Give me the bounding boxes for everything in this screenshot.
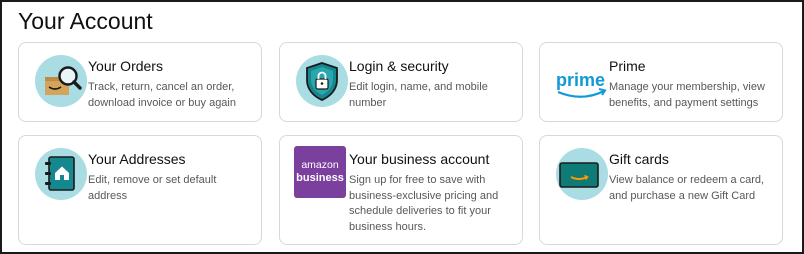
shield-lock-icon — [296, 55, 348, 107]
amazon-business-logo-icon: amazon business — [294, 146, 346, 198]
card-description: Sign up for free to save with business-e… — [349, 174, 499, 233]
card-login-security[interactable]: Login & security Edit login, name, and m… — [279, 42, 523, 122]
card-title: Login & security — [349, 58, 449, 74]
card-your-addresses[interactable]: Your Addresses Edit, remove or set defau… — [18, 135, 262, 245]
card-title: Your Addresses — [88, 151, 186, 167]
card-title: Your business account — [349, 151, 490, 167]
account-panel: Your Account Your Orders Track, return, … — [0, 0, 804, 254]
card-description: Track, return, cancel an order, download… — [88, 81, 236, 109]
card-description: Manage your membership, view benefits, a… — [609, 81, 765, 109]
card-description: Edit, remove or set default address — [88, 174, 217, 202]
card-title: Prime — [609, 58, 646, 74]
card-your-orders[interactable]: Your Orders Track, return, cancel an ord… — [18, 42, 262, 122]
address-book-home-icon — [35, 148, 87, 200]
business-logo-line2: business — [296, 172, 344, 184]
prime-logo-icon: prime — [556, 55, 608, 107]
card-prime[interactable]: prime Prime Manage your membership, view… — [539, 42, 783, 122]
orders-magnifier-box-icon — [35, 55, 87, 107]
card-business-account[interactable]: amazon business Your business account Si… — [279, 135, 523, 245]
card-gift-cards[interactable]: Gift cards View balance or redeem a card… — [539, 135, 783, 245]
card-title: Your Orders — [88, 58, 163, 74]
prime-logo-text: prime — [556, 70, 605, 90]
card-description: Edit login, name, and mobile number — [349, 81, 488, 109]
page-title: Your Account — [18, 8, 153, 34]
card-description: View balance or redeem a card, and purch… — [609, 174, 765, 202]
business-logo-line1: amazon — [301, 159, 339, 171]
gift-card-icon — [556, 148, 608, 200]
card-title: Gift cards — [609, 151, 669, 167]
